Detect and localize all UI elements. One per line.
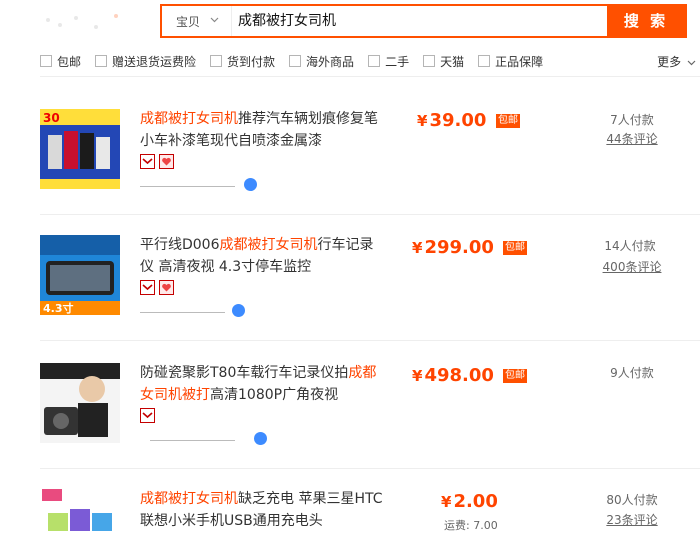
- chevron-down-icon: [684, 59, 696, 69]
- checkbox[interactable]: [368, 55, 381, 67]
- badge-row: [140, 280, 178, 296]
- checkbox[interactable]: [210, 55, 223, 67]
- checkbox[interactable]: [40, 55, 52, 67]
- product-image[interactable]: [40, 363, 120, 443]
- price-value: 498.00: [424, 365, 494, 386]
- thumb-caption: 4.3寸: [43, 301, 74, 315]
- currency-symbol: ¥: [441, 493, 452, 511]
- divider: [40, 468, 700, 469]
- payer-count: 80人付款: [606, 493, 658, 507]
- product-title[interactable]: 防碰瓷聚影T80车载行车记录仪拍成都女司机被打高清1080P广角夜视: [140, 362, 385, 406]
- search-header: 宝贝 成都被打女司机 搜 索: [0, 0, 700, 42]
- comment-count-link[interactable]: 400条评论: [587, 258, 677, 275]
- product-image[interactable]: 4.3寸: [40, 235, 120, 315]
- filter-label: 货到付款: [227, 54, 276, 69]
- product-image[interactable]: 30: [40, 109, 120, 189]
- tmall-icon[interactable]: [140, 408, 155, 423]
- title-highlight: 成都被打女司机: [140, 111, 238, 127]
- filter-label: 二手: [385, 54, 410, 69]
- search-category-select[interactable]: 宝贝: [162, 6, 232, 36]
- free-shipping-badge: 包邮: [503, 369, 527, 383]
- svg-text:30: 30: [43, 111, 60, 125]
- payer-count: 9人付款: [610, 366, 654, 380]
- payer-count: 14人付款: [604, 239, 656, 253]
- filter-label: 包邮: [57, 54, 82, 69]
- free-shipping-badge: 包邮: [503, 241, 527, 255]
- divider: [40, 76, 700, 77]
- comment-count-link[interactable]: 44条评论: [587, 130, 677, 147]
- price-value: 2.00: [453, 491, 498, 512]
- product-title[interactable]: 成都被打女司机缺乏充电 苹果三星HTC联想小米手机USB通用充电头: [140, 488, 385, 532]
- free-shipping-badge: 包邮: [496, 114, 520, 128]
- price: ¥498.00: [412, 365, 494, 386]
- filter-baoyou[interactable]: 包邮: [40, 53, 81, 70]
- shop-name[interactable]: [140, 304, 260, 318]
- title-text: 防碰瓷聚影T80车载行车记录仪拍: [140, 365, 349, 381]
- filter-label: 正品保障: [495, 54, 544, 69]
- tmall-icon[interactable]: [140, 154, 155, 169]
- title-text: 高清1080P广角夜视: [210, 387, 339, 403]
- divider: [40, 214, 700, 215]
- title-text: 平行线D006: [140, 237, 220, 253]
- currency-symbol: ¥: [412, 239, 423, 257]
- shipping-fee: 运费: 7.00: [444, 519, 498, 532]
- heart-icon[interactable]: [159, 154, 174, 169]
- checkbox[interactable]: [423, 55, 436, 67]
- title-highlight: 成都被打女司机: [219, 237, 318, 253]
- price: ¥39.00: [417, 110, 486, 131]
- checkbox[interactable]: [289, 55, 302, 67]
- search-input[interactable]: 成都被打女司机: [232, 6, 607, 36]
- more-label: 更多: [657, 55, 682, 69]
- badge-row: [140, 154, 178, 170]
- shop-name[interactable]: [140, 178, 270, 192]
- price: ¥299.00: [412, 237, 494, 258]
- product-title[interactable]: 成都被打女司机推荐汽车辆划痕修复笔小车补漆笔现代自喷漆金属漆: [140, 108, 385, 152]
- filter-label: 赠送退货运费险: [112, 54, 197, 69]
- badge-row: [140, 408, 159, 424]
- currency-symbol: ¥: [417, 112, 428, 130]
- search-category-label: 宝贝: [176, 14, 201, 29]
- checkbox[interactable]: [95, 55, 108, 67]
- filter-tmall[interactable]: 天猫: [423, 53, 464, 70]
- price: ¥2.00: [441, 491, 498, 512]
- filter-overseas[interactable]: 海外商品: [289, 53, 354, 70]
- shop-name[interactable]: [140, 432, 267, 446]
- currency-symbol: ¥: [412, 367, 423, 385]
- title-highlight: 成都被打女司机: [140, 491, 238, 507]
- checkbox[interactable]: [478, 55, 491, 67]
- filter-cod[interactable]: 货到付款: [210, 53, 275, 70]
- search-box: 宝贝 成都被打女司机 搜 索: [160, 4, 687, 38]
- product-image[interactable]: [40, 487, 120, 533]
- heart-icon[interactable]: [159, 280, 174, 295]
- filter-label: 海外商品: [306, 54, 355, 69]
- more-filters-button[interactable]: 更多: [657, 53, 696, 70]
- filter-bar: 包邮 赠送退货运费险 货到付款 海外商品 二手 天猫 正品保障 更多: [40, 48, 700, 74]
- chevron-down-icon: [210, 16, 219, 26]
- comment-count-link[interactable]: 23条评论: [587, 511, 677, 528]
- price-value: 39.00: [429, 110, 487, 131]
- payer-count: 7人付款: [610, 113, 654, 127]
- search-button[interactable]: 搜 索: [607, 6, 685, 36]
- filter-secondhand[interactable]: 二手: [368, 53, 409, 70]
- filter-genuine[interactable]: 正品保障: [478, 53, 543, 70]
- site-logo[interactable]: [44, 14, 124, 32]
- filter-return-insurance[interactable]: 赠送退货运费险: [95, 53, 196, 70]
- tmall-icon[interactable]: [140, 280, 155, 295]
- filter-label: 天猫: [440, 54, 465, 69]
- divider: [40, 340, 700, 341]
- product-title[interactable]: 平行线D006成都被打女司机行车记录仪 高清夜视 4.3寸停车监控: [140, 234, 385, 278]
- price-value: 299.00: [424, 237, 494, 258]
